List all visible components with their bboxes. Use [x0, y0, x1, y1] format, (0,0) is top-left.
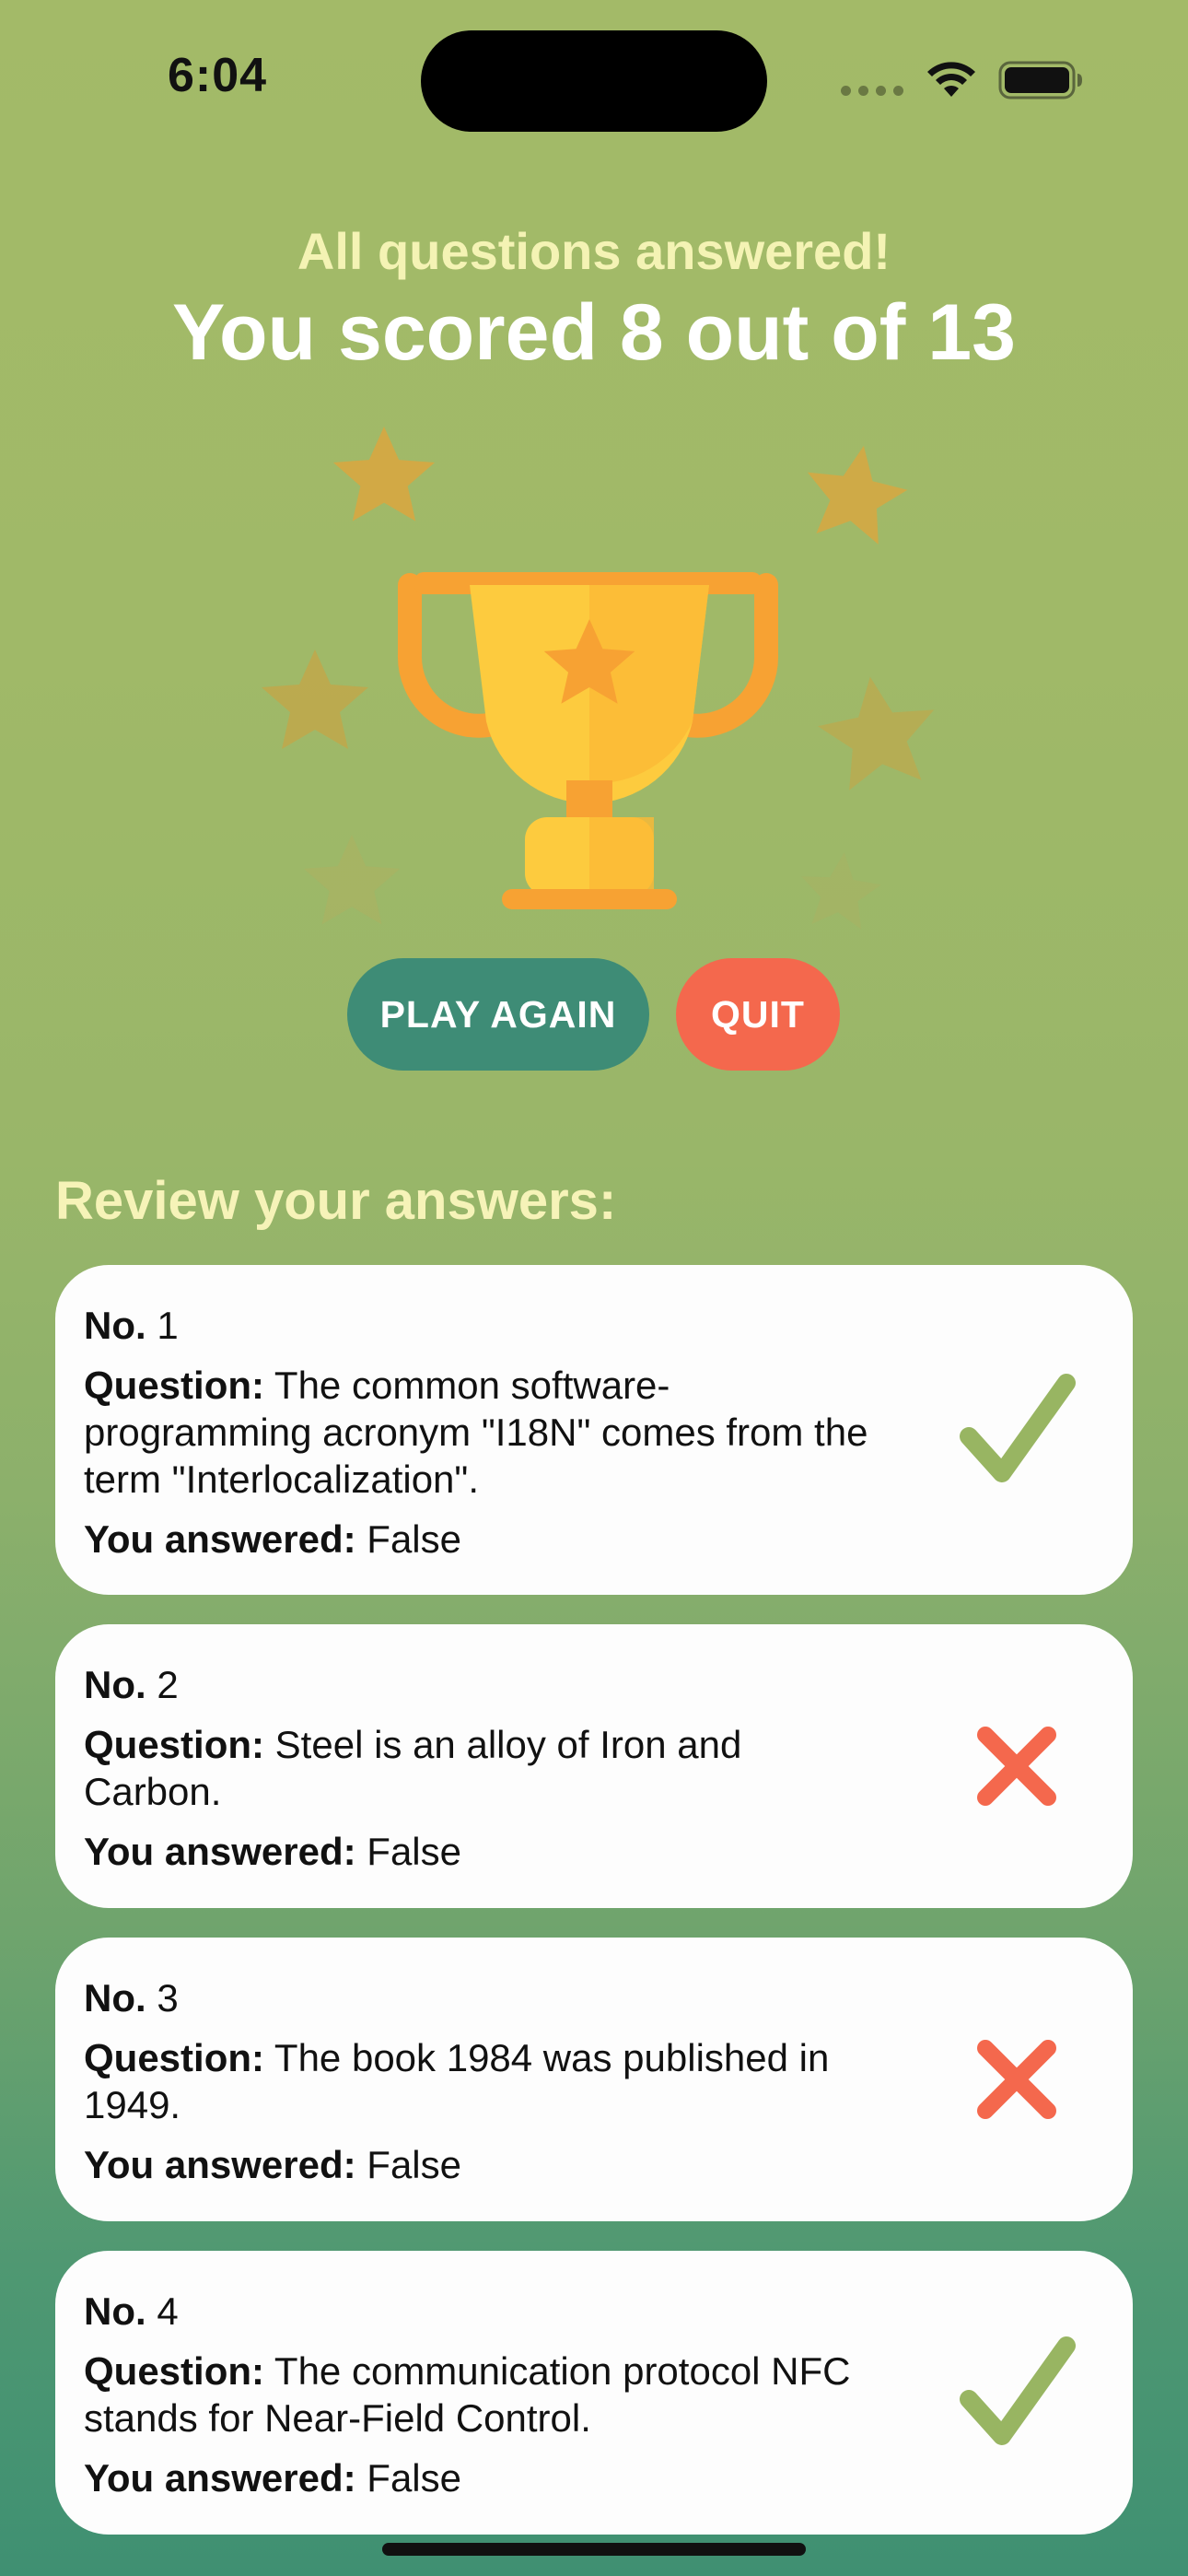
user-answer: You answered: False	[84, 1830, 461, 1873]
status-time: 6:04	[168, 49, 268, 102]
review-card-4: No. 4 Question: The communication protoc…	[55, 2251, 1133, 2535]
user-answer: You answered: False	[84, 2456, 461, 2500]
checkmark-icon	[960, 2336, 1076, 2445]
question-text: Question: The communication protocol NFC…	[84, 2349, 851, 2440]
review-title: Review your answers:	[55, 1171, 617, 1231]
cellular-signal-icon	[841, 86, 903, 96]
question-number: No. 2	[84, 1663, 179, 1706]
wifi-icon	[927, 62, 975, 97]
question-number: No. 3	[84, 1976, 179, 2020]
trophy-illustration	[262, 427, 944, 931]
review-card-2: No. 2 Question: Steel is an alloy of Iro…	[55, 1624, 1133, 1908]
question-text: Question: The book 1984 was published in…	[84, 2036, 830, 2126]
cross-icon	[977, 2040, 1056, 2119]
cross-icon	[977, 1727, 1056, 1806]
home-indicator[interactable]	[382, 2543, 806, 2556]
dynamic-island	[421, 30, 767, 132]
star-icon	[332, 427, 436, 521]
star-icon	[797, 437, 914, 548]
star-icon	[303, 835, 401, 925]
star-icon	[811, 668, 944, 794]
play-again-button[interactable]: PLAY AGAIN	[347, 958, 649, 1071]
trophy-icon	[397, 572, 779, 909]
checkmark-icon	[960, 1374, 1076, 1482]
score-text: You scored 8 out of 13	[172, 288, 1016, 377]
question-number: No. 1	[84, 1304, 179, 1347]
quit-button[interactable]: QUIT	[676, 958, 840, 1071]
star-icon	[262, 650, 368, 749]
user-answer: You answered: False	[84, 1517, 461, 1561]
star-icon	[796, 848, 884, 931]
user-answer: You answered: False	[84, 2143, 461, 2186]
battery-icon	[998, 61, 1082, 100]
question-text: Question: Steel is an alloy of Iron and …	[84, 1723, 742, 1813]
result-subtitle: All questions answered!	[297, 222, 891, 280]
question-text: Question: The common software-programmin…	[84, 1364, 868, 1501]
question-number: No. 4	[84, 2289, 179, 2333]
review-card-3: No. 3 Question: The book 1984 was publis…	[55, 1938, 1133, 2221]
review-card-1: No. 1 Question: The common software-prog…	[55, 1265, 1133, 1595]
